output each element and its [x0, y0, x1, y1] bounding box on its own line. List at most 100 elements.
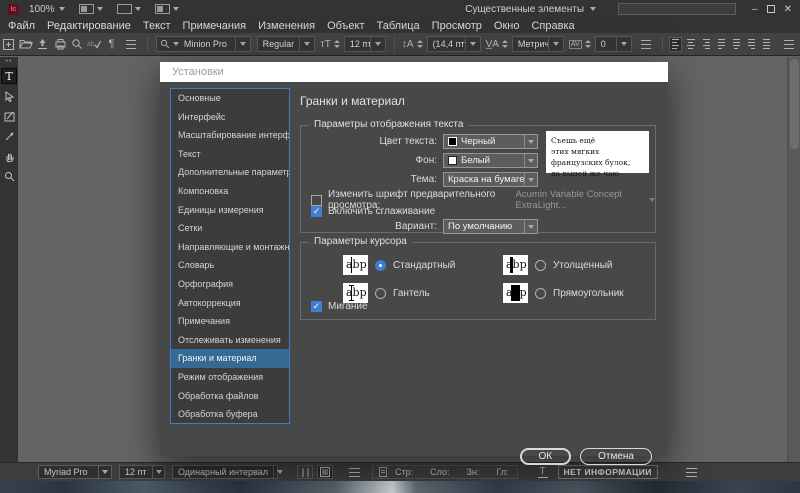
preferences-category-item[interactable]: Компоновка [171, 182, 289, 201]
story-view-icon[interactable] [317, 465, 333, 479]
preferences-category-item[interactable]: Текст [171, 145, 289, 164]
menu-item[interactable]: Просмотр [432, 20, 493, 32]
menu-item[interactable]: Примечания [183, 20, 258, 32]
hidden-characters-icon[interactable]: ¶ [104, 37, 119, 52]
antialias-checkbox[interactable]: ✓ [311, 206, 322, 217]
justify-right-button[interactable] [745, 37, 758, 52]
align-left-button[interactable] [669, 36, 683, 52]
new-document-icon[interactable] [1, 37, 16, 52]
maximize-button[interactable] [766, 4, 775, 13]
document-layout-icon[interactable] [154, 4, 170, 14]
preferences-category-item[interactable]: Дополнительные параметры текста [171, 163, 289, 182]
menu-item[interactable]: Окно [494, 20, 531, 32]
justify-left-button[interactable] [715, 37, 728, 52]
variant-select[interactable]: По умолчанию [443, 219, 538, 234]
close-button[interactable]: ✕ [784, 4, 792, 15]
menu-item[interactable]: Справка [531, 20, 585, 32]
position-tool-button[interactable] [1, 88, 17, 104]
hand-tool-button[interactable] [1, 148, 17, 164]
eyedropper-tool-button[interactable] [1, 128, 17, 144]
scrollbar-thumb[interactable] [790, 59, 799, 149]
save-content-icon[interactable] [35, 37, 50, 52]
workspace-switcher[interactable]: Существенные элементы [465, 4, 597, 15]
cursor-style-radio[interactable] [535, 259, 546, 271]
galley-view-icon[interactable] [297, 465, 313, 479]
preferences-category-item[interactable]: Обработка файлов [171, 387, 289, 406]
preferences-category-item[interactable]: Единицы измерения [171, 201, 289, 220]
leading-stepper[interactable] [416, 39, 423, 49]
status-menu-icon[interactable] [685, 467, 697, 477]
preferences-category-item[interactable]: Обработка буфера [171, 405, 289, 423]
background-select[interactable]: Белый [443, 153, 538, 168]
preferences-category-item[interactable]: Основные [171, 89, 289, 108]
cursor-style-option[interactable]: abp Утолщенный [503, 255, 663, 275]
menu-item[interactable]: Файл [8, 20, 46, 32]
vertical-scrollbar[interactable] [787, 57, 800, 462]
zoom-level-value[interactable]: 100% [29, 4, 55, 15]
cursor-style-option[interactable]: abp Прямоугольник [503, 283, 663, 303]
override-font-select[interactable]: Acumin Variable Concept ExtraLight... [516, 189, 655, 211]
chevron-down-icon[interactable] [96, 7, 103, 11]
zoom-tool-button[interactable] [1, 168, 17, 184]
preferences-category-item[interactable]: Примечания [171, 312, 289, 331]
preferences-category-item[interactable]: Интерфейс [171, 108, 289, 127]
panel-menu-icon[interactable] [126, 39, 136, 49]
font-family-select[interactable]: Minion Pro [155, 36, 251, 52]
cursor-style-radio[interactable] [375, 259, 386, 271]
search-icon[interactable] [70, 37, 85, 52]
font-style-select[interactable]: Regular [256, 36, 316, 52]
text-color-select[interactable]: Черный [443, 134, 538, 149]
chevron-down-icon[interactable] [58, 7, 65, 11]
preferences-category-item[interactable]: Режим отображения [171, 368, 289, 387]
tracking-select[interactable]: 0 [594, 36, 633, 52]
line-spacing-select[interactable]: Одинарный интервал [172, 465, 283, 479]
leading-select[interactable]: (14,4 пт) [426, 36, 481, 52]
menu-item[interactable]: Изменения [258, 20, 326, 32]
view-options-icon[interactable] [78, 4, 94, 14]
search-input[interactable] [618, 3, 737, 15]
character-menu-icon[interactable] [641, 39, 652, 49]
preferences-category-item[interactable]: Автокоррекция [171, 294, 289, 313]
kerning-select[interactable]: Метрич. [511, 36, 564, 52]
preferences-category-item[interactable]: Масштабирование интерфейса [171, 126, 289, 145]
cursor-style-radio[interactable] [535, 287, 546, 299]
override-font-checkbox[interactable]: ✓ [311, 194, 322, 206]
spell-check-icon[interactable]: ab [87, 37, 102, 52]
preferences-category-item[interactable]: Отслеживать изменения [171, 331, 289, 350]
blink-checkbox[interactable]: ✓ [311, 301, 322, 312]
type-tool-button[interactable]: T [1, 68, 17, 84]
kerning-stepper[interactable] [501, 39, 508, 49]
preferences-category-item[interactable]: Словарь [171, 256, 289, 275]
chevron-down-icon[interactable] [134, 7, 141, 11]
preferences-category-item[interactable]: Направляющие и монтажный стол [171, 238, 289, 257]
align-center-button[interactable] [684, 37, 697, 52]
menu-item[interactable]: Объект [327, 20, 375, 32]
minimize-button[interactable]: – [752, 4, 758, 15]
align-right-button[interactable] [700, 37, 713, 52]
print-icon[interactable] [52, 37, 67, 52]
view-menu-icon[interactable] [349, 467, 360, 477]
status-font-select[interactable]: Myriad Pro [38, 465, 112, 479]
menu-item[interactable]: Редактирование [47, 20, 142, 32]
paragraph-menu-icon[interactable] [784, 39, 795, 49]
font-size-select[interactable]: 12 пт [343, 36, 386, 52]
screen-mode-icon[interactable] [116, 4, 132, 14]
theme-select[interactable]: Краска на бумаге [443, 172, 538, 187]
preferences-category-item[interactable]: Орфография [171, 275, 289, 294]
cancel-button[interactable]: Отмена [580, 448, 652, 465]
cursor-style-radio[interactable] [375, 287, 386, 299]
chevron-down-icon[interactable] [172, 7, 179, 11]
preferences-category-item[interactable]: Сетки [171, 219, 289, 238]
menu-item[interactable]: Таблица [377, 20, 431, 32]
preferences-category-item[interactable]: Гранки и материал [171, 349, 289, 368]
ok-button[interactable]: ОК [519, 448, 572, 465]
cursor-style-option[interactable]: abp Гантель [343, 283, 503, 303]
justify-all-button[interactable] [760, 37, 773, 52]
justify-center-button[interactable] [730, 37, 743, 52]
panel-grip[interactable]: •• [6, 58, 13, 65]
menu-item[interactable]: Текст [143, 20, 182, 32]
status-size-select[interactable]: 12 пт [119, 465, 165, 479]
note-tool-button[interactable] [1, 108, 17, 124]
open-folder-icon[interactable] [18, 37, 33, 52]
cursor-style-option[interactable]: abp Стандартный [343, 255, 503, 275]
